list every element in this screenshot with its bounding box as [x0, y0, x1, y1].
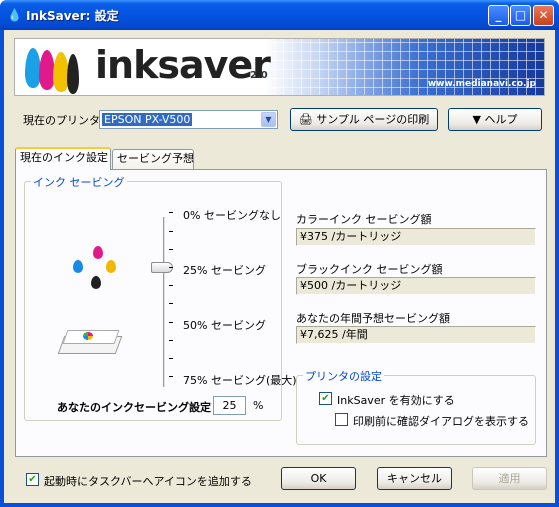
slider-tick — [169, 376, 173, 377]
level-75-label: 75% セービング(最大) — [183, 374, 297, 387]
cancel-label: キャンセル — [387, 472, 442, 485]
cancel-button[interactable]: キャンセル — [377, 467, 452, 490]
tab-saving-forecast[interactable]: セービング予想 — [112, 149, 194, 169]
help-label: ▼ ヘルプ — [472, 113, 518, 126]
taskbar-icon-label[interactable]: 起動時にタスクバーへアイコンを追加する — [44, 473, 252, 489]
help-button[interactable]: ▼ ヘルプ — [448, 108, 542, 131]
minimize-button[interactable]: _ — [488, 5, 509, 26]
minimize-icon: _ — [495, 8, 502, 22]
slider-tick — [169, 212, 173, 213]
close-button[interactable]: ✕ — [533, 5, 554, 26]
tab-label: セービング予想 — [117, 152, 194, 165]
confirm-dialog-label[interactable]: 印刷前に確認ダイアログを表示する — [353, 413, 529, 429]
slider-tick — [169, 249, 173, 250]
sample-print-button[interactable]: 🖨 サンプル ページの印刷 — [290, 108, 438, 131]
printer-settings-title: プリンタの設定 — [303, 368, 384, 384]
level-0-label: 0% セービングなし — [183, 209, 281, 222]
level-25-label: 25% セービング — [183, 264, 266, 277]
maximize-icon: □ — [514, 8, 527, 22]
banner-url: www.medianavi.co.jp — [427, 79, 536, 89]
ink-saving-group: インク セービング 0% セービングなし 25% セービング 50% セービング… — [24, 174, 297, 421]
saving-setting-label: あなたのインクセービング設定 — [57, 401, 211, 414]
ink-drop-icon: 💧 — [7, 8, 22, 22]
slider-tick — [169, 267, 173, 268]
ok-label: OK — [310, 472, 327, 485]
confirm-dialog-checkbox[interactable] — [335, 413, 348, 426]
window-title: InkSaver: 設定 — [26, 9, 119, 23]
annual-saving-label: あなたの年間予想セービング額 — [296, 312, 450, 325]
printer-icon: 🖨 — [298, 113, 313, 126]
slider-tick — [169, 231, 173, 232]
inksaver-logo: inksaver — [95, 43, 271, 87]
chevron-down-icon[interactable]: ▼ — [261, 112, 276, 127]
tab-current-ink-settings[interactable]: 現在のインク設定 — [15, 147, 111, 170]
dialog-body: inksaver 2.0 www.medianavi.co.jp 現在のプリンタ… — [4, 30, 555, 503]
slider-tick — [169, 340, 173, 341]
saving-percent-input[interactable]: 25 — [213, 396, 246, 415]
ok-button[interactable]: OK — [281, 467, 356, 490]
ink-saving-group-title: インク セービング — [31, 174, 127, 190]
slider-tick — [169, 322, 173, 323]
annual-saving-value: ¥7,625 /年間 — [296, 326, 536, 344]
apply-button[interactable]: 適用 — [472, 467, 547, 490]
color-saving-label: カラーインク セービング額 — [296, 213, 432, 226]
inksaver-settings-window: 💧 InkSaver: 設定 _ □ ✕ inksaver 2.0 www.me… — [0, 0, 559, 507]
apply-label: 適用 — [498, 472, 521, 485]
printer-select-value: EPSON PX-V500 — [102, 113, 193, 126]
slider-tick — [169, 358, 173, 359]
logo-version: 2.0 — [250, 70, 268, 81]
printer-select[interactable]: EPSON PX-V500 ▼ — [99, 110, 278, 129]
percent-unit: % — [253, 399, 264, 412]
tab-label: 現在のインク設定 — [20, 151, 108, 164]
taskbar-icon-checkbox[interactable]: ✔ — [26, 473, 39, 486]
sample-print-label: サンプル ページの印刷 — [316, 113, 430, 126]
enable-inksaver-label[interactable]: InkSaver を有効にする — [337, 392, 455, 408]
printer-settings-group: プリンタの設定 ✔ InkSaver を有効にする 印刷前に確認ダイアログを表示… — [296, 368, 536, 445]
printer-label: 現在のプリンタ: — [23, 114, 104, 127]
paper-stack-icon — [57, 326, 123, 356]
cmyk-ink-drops-icon — [73, 246, 125, 298]
ink-saving-slider-track[interactable] — [163, 217, 166, 387]
close-icon: ✕ — [538, 8, 549, 22]
black-saving-value: ¥500 /カートリッジ — [296, 277, 536, 295]
title-bar[interactable]: 💧 InkSaver: 設定 _ □ ✕ — [0, 0, 559, 30]
color-saving-value: ¥375 /カートリッジ — [296, 228, 536, 246]
tab-panel: インク セービング 0% セービングなし 25% セービング 50% セービング… — [15, 169, 547, 457]
slider-tick — [169, 303, 173, 304]
level-50-label: 50% セービング — [183, 319, 266, 332]
maximize-button[interactable]: □ — [510, 5, 531, 26]
enable-inksaver-checkbox[interactable]: ✔ — [319, 392, 332, 405]
inksaver-banner: inksaver 2.0 www.medianavi.co.jp — [14, 38, 545, 96]
black-saving-label: ブラックインク セービング額 — [296, 263, 443, 276]
slider-tick — [169, 285, 173, 286]
